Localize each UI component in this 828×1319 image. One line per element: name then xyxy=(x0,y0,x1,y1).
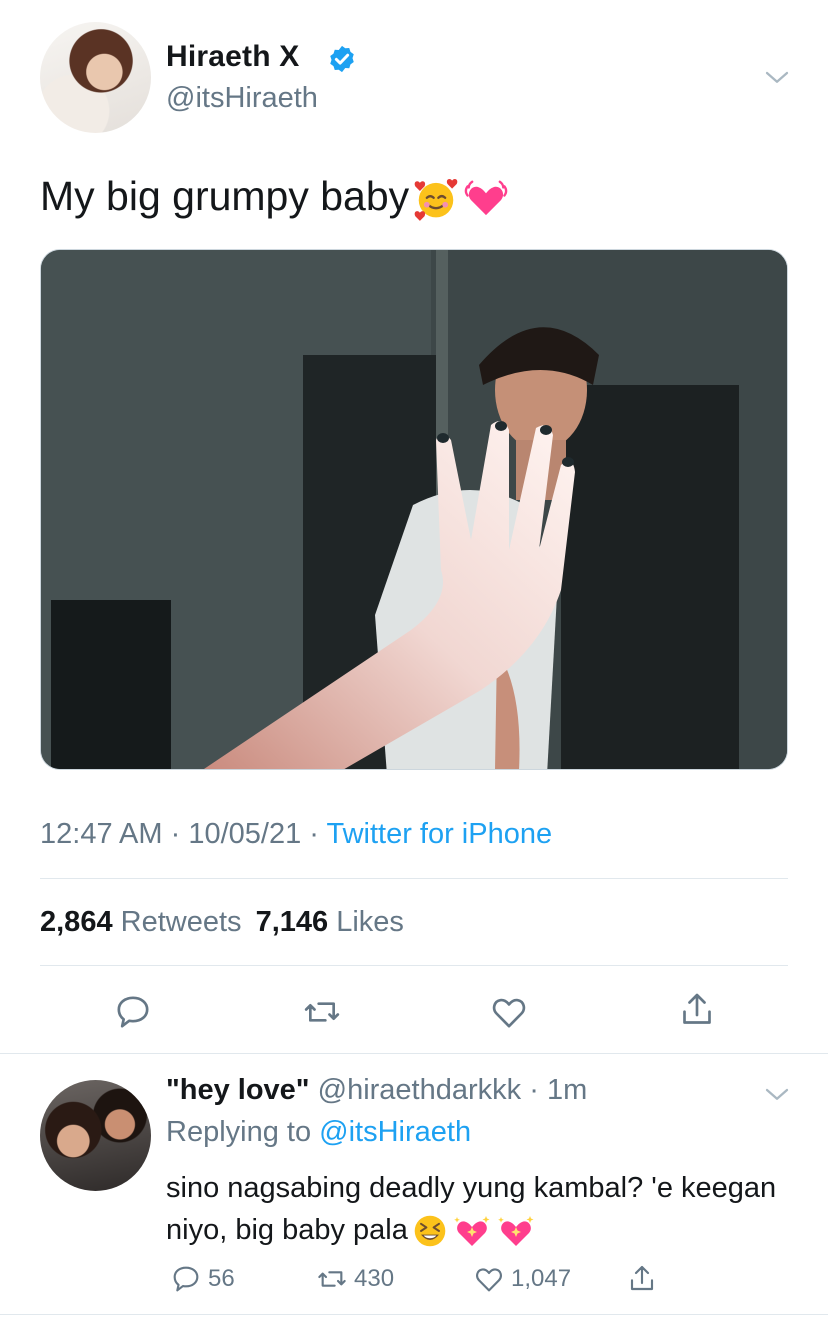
retweet-icon[interactable] xyxy=(302,992,342,1032)
reply-share-action[interactable] xyxy=(626,1263,658,1295)
reply-icon[interactable] xyxy=(170,1263,202,1295)
reply-text: sino nagsabing deadly yung kambal? 'e ke… xyxy=(166,1167,796,1251)
tweet-time: 12:47 AM xyxy=(40,818,163,850)
divider xyxy=(40,965,788,966)
tweet-source-link[interactable]: Twitter for iPhone xyxy=(326,818,552,850)
divider xyxy=(0,1314,828,1315)
replying-prefix: Replying to xyxy=(166,1116,312,1148)
retweet-icon[interactable] xyxy=(316,1263,348,1295)
reply-header: "hey love" @hiraethdarkkk · 1m xyxy=(166,1074,588,1106)
reply-like-count: 1,047 xyxy=(511,1265,572,1292)
chevron-down-icon[interactable] xyxy=(762,63,792,93)
reply-reply-action[interactable]: 56 xyxy=(170,1263,235,1295)
reply-age: 1m xyxy=(546,1074,588,1106)
tweet-text: My big grumpy baby xyxy=(40,170,509,222)
reply-retweet-action[interactable]: 430 xyxy=(316,1263,394,1295)
chevron-down-icon[interactable] xyxy=(762,1080,792,1110)
likes-label[interactable]: Likes xyxy=(336,906,404,938)
replying-to-link[interactable]: @itsHiraeth xyxy=(319,1116,471,1148)
grinning-squinting-face-emoji-icon xyxy=(414,1216,446,1247)
reply-like-action[interactable]: 1,047 xyxy=(473,1263,571,1295)
tweet-date: 10/05/21 xyxy=(188,818,302,850)
replying-to-line: Replying to @itsHiraeth xyxy=(166,1116,471,1149)
beating-heart-emoji-icon xyxy=(464,180,508,216)
retweets-label[interactable]: Retweets xyxy=(121,906,242,938)
like-icon[interactable] xyxy=(489,992,529,1032)
author-name[interactable]: Hiraeth X xyxy=(166,40,300,74)
divider xyxy=(0,1053,828,1054)
tweet-text-content: My big grumpy baby xyxy=(40,173,410,219)
author-handle[interactable]: @itsHiraeth xyxy=(166,82,318,115)
author-avatar[interactable] xyxy=(40,22,151,133)
reply-icon[interactable] xyxy=(113,992,153,1032)
tweet-photo[interactable] xyxy=(40,249,788,770)
like-icon[interactable] xyxy=(473,1263,505,1295)
reply-retweet-count: 430 xyxy=(354,1265,395,1292)
photo-illustration xyxy=(41,250,787,769)
share-icon[interactable] xyxy=(677,990,717,1030)
divider xyxy=(40,878,788,879)
reply-author-avatar[interactable] xyxy=(40,1080,151,1191)
reply-reply-count: 56 xyxy=(208,1265,235,1292)
likes-count[interactable]: 7,146 xyxy=(256,906,329,938)
tweet-stats: 2,864 Retweets 7,146 Likes xyxy=(40,906,404,939)
sparkling-heart-emoji-icon xyxy=(498,1216,534,1247)
tweet-timestamp: 12:47 AM · 10/05/21 · Twitter for iPhone xyxy=(40,818,553,850)
reply-author-name[interactable]: "hey love" xyxy=(166,1074,310,1106)
verified-badge-icon xyxy=(330,45,354,73)
share-icon[interactable] xyxy=(626,1263,658,1295)
smiling-face-with-hearts-emoji-icon xyxy=(414,179,458,222)
reply-author-handle[interactable]: @hiraethdarkkk xyxy=(318,1074,522,1106)
sparkling-heart-emoji-icon xyxy=(454,1216,490,1247)
retweets-count[interactable]: 2,864 xyxy=(40,906,113,938)
